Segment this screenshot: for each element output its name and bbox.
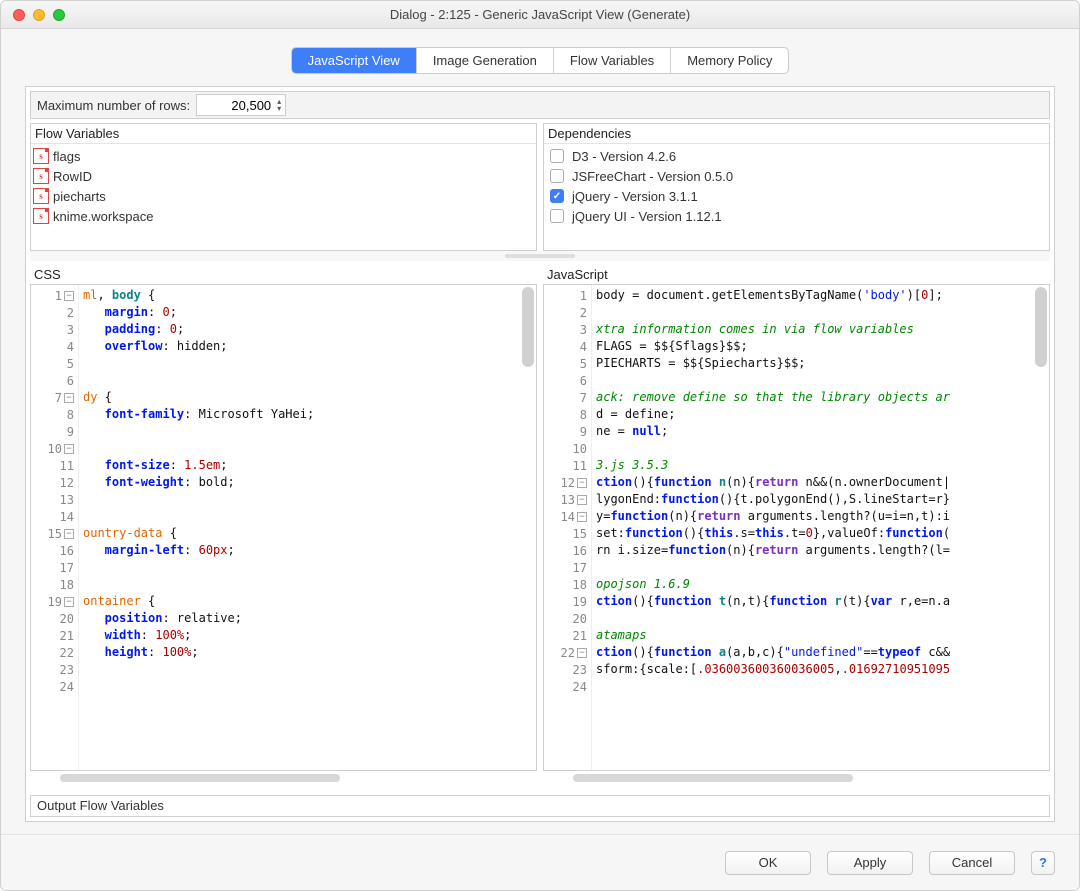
javascript-title: JavaScript [543,265,1050,284]
apply-button[interactable]: Apply [827,851,913,875]
max-rows-label: Maximum number of rows: [37,98,196,113]
footer: OK Apply Cancel ? [1,834,1079,890]
ok-button[interactable]: OK [725,851,811,875]
fold-icon[interactable]: − [64,597,74,607]
tab-flow-variables[interactable]: Flow Variables [554,48,671,73]
spinner-arrows-icon[interactable]: ▴▾ [277,98,281,112]
vertical-scrollbar[interactable] [1035,287,1047,753]
output-flow-variables-section: Output Flow Variables [30,795,1050,817]
checkbox-icon[interactable] [550,169,564,183]
fold-icon[interactable]: − [577,512,587,522]
list-item[interactable]: jQuery UI - Version 1.12.1 [546,206,1047,226]
output-flow-variables-title: Output Flow Variables [37,798,164,813]
horizontal-scrollbar[interactable] [30,771,537,785]
max-rows-input[interactable] [207,98,271,113]
css-title: CSS [30,265,537,284]
fold-icon[interactable]: − [64,529,74,539]
string-icon: s [33,208,49,224]
list-item[interactable]: sRowID [33,166,534,186]
list-item[interactable]: sflags [33,146,534,166]
horizontal-scrollbar[interactable] [543,771,1050,785]
list-item[interactable]: D3 - Version 4.2.6 [546,146,1047,166]
cancel-button[interactable]: Cancel [929,851,1015,875]
css-gutter: 1− 2 3 4 5 6 7− 8 9 10− 11 12 13 [31,285,79,770]
tab-image-generation[interactable]: Image Generation [417,48,554,73]
dependencies-title: Dependencies [544,124,1049,143]
flow-variables-section: Flow Variables sflags sRowID spiecharts … [30,123,537,251]
fold-icon[interactable]: − [577,648,587,658]
checkbox-icon[interactable] [550,209,564,223]
list-item[interactable]: spiecharts [33,186,534,206]
tab-javascript-view[interactable]: JavaScript View [292,48,417,73]
fold-icon[interactable]: − [577,478,587,488]
horizontal-splitter[interactable] [30,251,1050,261]
tabbar: JavaScript View Image Generation Flow Va… [25,47,1055,74]
window-title: Dialog - 2:125 - Generic JavaScript View… [1,7,1079,22]
javascript-section: JavaScript 1 2 3 4 5 6 7 8 9 10 [543,265,1050,785]
list-item[interactable]: JSFreeChart - Version 0.5.0 [546,166,1047,186]
help-icon[interactable]: ? [1031,851,1055,875]
css-editor[interactable]: 1− 2 3 4 5 6 7− 8 9 10− 11 12 13 [30,284,537,771]
content: JavaScript View Image Generation Flow Va… [1,29,1079,834]
list-item[interactable]: sknime.workspace [33,206,534,226]
vertical-scrollbar[interactable] [522,287,534,753]
fold-icon[interactable]: − [64,393,74,403]
flow-variables-list: sflags sRowID spiecharts sknime.workspac… [31,143,536,250]
string-icon: s [33,168,49,184]
max-rows-stepper[interactable]: ▴▾ [196,94,286,116]
max-rows-bar: Maximum number of rows: ▴▾ [30,91,1050,119]
dialog-window: Dialog - 2:125 - Generic JavaScript View… [0,0,1080,891]
javascript-editor[interactable]: 1 2 3 4 5 6 7 8 9 10 11 12− 13− [543,284,1050,771]
fold-icon[interactable]: − [64,444,74,454]
main-panel: Maximum number of rows: ▴▾ Flow Variable… [25,86,1055,822]
flow-variables-title: Flow Variables [31,124,536,143]
js-code[interactable]: body = document.getElementsByTagName('bo… [592,285,1049,770]
checkbox-icon[interactable] [550,149,564,163]
dependencies-list: D3 - Version 4.2.6 JSFreeChart - Version… [544,143,1049,250]
dependencies-section: Dependencies D3 - Version 4.2.6 JSFreeCh… [543,123,1050,251]
string-icon: s [33,148,49,164]
css-section: CSS 1− 2 3 4 5 6 7− 8 9 10− [30,265,537,785]
titlebar: Dialog - 2:125 - Generic JavaScript View… [1,1,1079,29]
css-code[interactable]: ml, body { margin: 0; padding: 0; overfl… [79,285,536,770]
js-gutter: 1 2 3 4 5 6 7 8 9 10 11 12− 13− [544,285,592,770]
list-item[interactable]: ✓jQuery - Version 3.1.1 [546,186,1047,206]
fold-icon[interactable]: − [64,291,74,301]
tab-memory-policy[interactable]: Memory Policy [671,48,788,73]
fold-icon[interactable]: − [577,495,587,505]
string-icon: s [33,188,49,204]
checkbox-checked-icon[interactable]: ✓ [550,189,564,203]
